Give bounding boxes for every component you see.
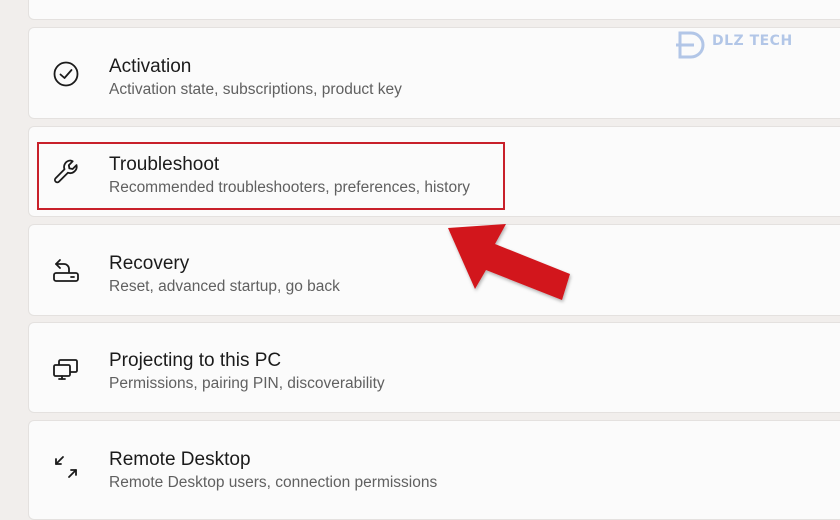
check-circle-icon bbox=[51, 59, 81, 89]
remote-desktop-icon bbox=[51, 452, 81, 482]
settings-item-title: Remote Desktop bbox=[109, 449, 251, 470]
settings-item-remote-desktop[interactable]: Remote Desktop Remote Desktop users, con… bbox=[28, 420, 840, 520]
settings-item-recovery[interactable]: Recovery Reset, advanced startup, go bac… bbox=[28, 224, 840, 316]
highlight-box bbox=[37, 142, 505, 210]
settings-card-partial[interactable] bbox=[28, 0, 840, 20]
recovery-drive-icon bbox=[51, 256, 81, 286]
watermark-text: DLZ TECH bbox=[712, 33, 793, 49]
settings-item-subtitle: Permissions, pairing PIN, discoverabilit… bbox=[109, 375, 385, 392]
watermark-logo-icon bbox=[676, 31, 705, 59]
settings-item-subtitle: Reset, advanced startup, go back bbox=[109, 278, 340, 295]
settings-item-subtitle: Remote Desktop users, connection permiss… bbox=[109, 474, 438, 491]
settings-item-title: Projecting to this PC bbox=[109, 350, 282, 371]
settings-item-title: Recovery bbox=[109, 253, 190, 274]
watermark-logo: DLZ TECH bbox=[674, 27, 798, 63]
settings-item-subtitle: Activation state, subscriptions, product… bbox=[109, 81, 402, 98]
project-to-pc-icon bbox=[51, 354, 81, 384]
settings-item-title: Activation bbox=[109, 56, 192, 77]
settings-item-projecting[interactable]: Projecting to this PC Permissions, pairi… bbox=[28, 322, 840, 413]
pointer-arrow-icon bbox=[448, 224, 570, 300]
